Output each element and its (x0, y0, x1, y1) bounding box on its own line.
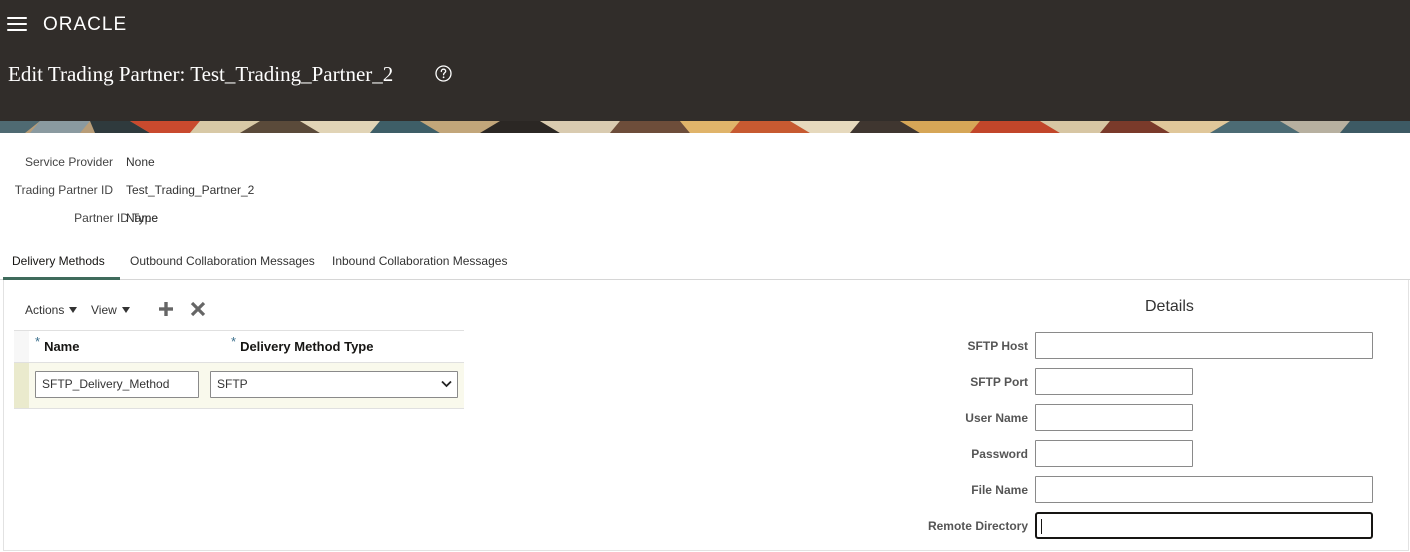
partner-id-type-value: Name (126, 211, 159, 225)
hamburger-menu-icon[interactable] (7, 16, 27, 32)
delivery-method-name-input[interactable]: SFTP_Delivery_Method (35, 371, 199, 398)
delivery-method-type-select[interactable]: SFTP (210, 371, 458, 398)
chevron-down-icon (441, 380, 452, 388)
delivery-method-type-value: SFTP (217, 377, 248, 391)
sftp-port-input[interactable] (1035, 368, 1193, 395)
trading-partner-id-label: Trading Partner ID (14, 183, 113, 197)
delivery-methods-table: * Name * Delivery Method Type SFTP_Deliver… (14, 330, 464, 409)
password-input[interactable] (1035, 440, 1193, 467)
global-header: ORACLE Edit Trading Partner: Test_Tradin… (0, 0, 1410, 121)
trading-partner-id-value: Test_Trading_Partner_2 (126, 183, 255, 197)
delivery-methods-panel (3, 280, 1409, 551)
required-asterisk: * (35, 334, 41, 349)
password-label: Password (971, 447, 1028, 461)
table-row[interactable]: SFTP_Delivery_Method SFTP (14, 363, 464, 409)
chevron-down-icon (121, 306, 130, 313)
tab-inbound-collaboration-messages[interactable]: Inbound Collaboration Messages (332, 254, 507, 268)
text-cursor (1041, 519, 1042, 534)
page-title: Edit Trading Partner: Test_Trading_Partn… (8, 62, 394, 86)
table-header: * Name * Delivery Method Type (14, 330, 464, 363)
column-header-name[interactable]: * Name (35, 334, 80, 354)
delete-icon[interactable] (190, 301, 206, 317)
remote-directory-input[interactable] (1035, 512, 1373, 539)
tab-delivery-methods[interactable]: Delivery Methods (12, 254, 105, 268)
oracle-logo: ORACLE (43, 14, 128, 35)
required-asterisk: * (231, 334, 237, 349)
help-icon[interactable] (435, 65, 452, 82)
remote-directory-label: Remote Directory (927, 519, 1028, 533)
view-menu-label: View (91, 303, 117, 317)
view-menu[interactable]: View (91, 303, 130, 317)
sftp-host-input[interactable] (1035, 332, 1373, 359)
user-name-input[interactable] (1035, 404, 1193, 431)
file-name-input[interactable] (1035, 476, 1373, 503)
tab-outbound-collaboration-messages[interactable]: Outbound Collaboration Messages (130, 254, 315, 268)
service-provider-value: None (126, 155, 155, 169)
user-name-label: User Name (965, 411, 1028, 425)
service-provider-label: Service Provider (24, 155, 113, 169)
file-name-label: File Name (971, 483, 1028, 497)
column-header-delivery-method-type[interactable]: * Delivery Method Type (231, 334, 374, 354)
actions-menu[interactable]: Actions (25, 303, 78, 317)
actions-menu-label: Actions (25, 303, 65, 317)
tab-bar: Delivery Methods Outbound Collaboration … (0, 246, 1410, 280)
sftp-host-label: SFTP Host (967, 339, 1028, 353)
decorative-banner (0, 121, 1410, 133)
column-header-delivery-method-type-label: Delivery Method Type (240, 339, 374, 354)
chevron-down-icon (69, 306, 78, 313)
details-heading: Details (1145, 298, 1194, 315)
row-selector[interactable] (14, 363, 29, 408)
add-icon[interactable] (158, 301, 174, 317)
row-header-spacer (14, 331, 29, 362)
sftp-port-label: SFTP Port (970, 375, 1028, 389)
column-header-name-label: Name (44, 339, 80, 354)
